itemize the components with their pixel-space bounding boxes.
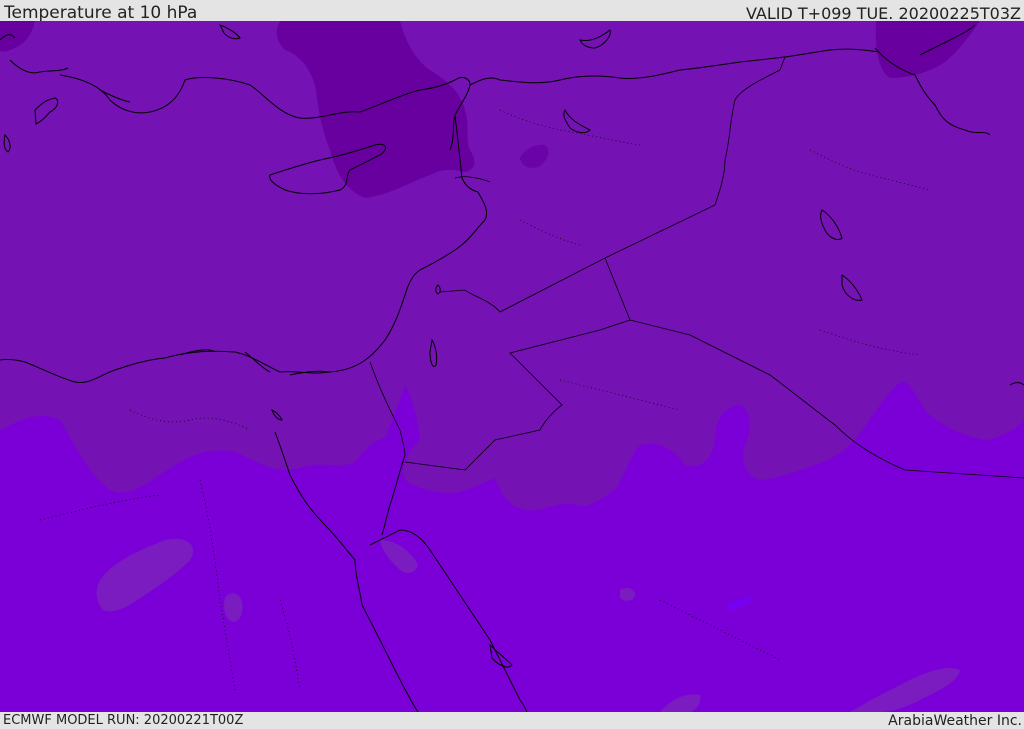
map-svg xyxy=(0,21,1024,712)
credit-label: ArabiaWeather Inc. xyxy=(888,713,1022,729)
header-bar: Temperature at 10 hPa VALID T+099 TUE. 2… xyxy=(0,0,1024,23)
map-area[interactable] xyxy=(0,21,1024,712)
footer-bar: ECMWF MODEL RUN: 20200221T00Z ArabiaWeat… xyxy=(0,712,1024,729)
map-title: Temperature at 10 hPa xyxy=(4,3,198,23)
model-run-label: ECMWF MODEL RUN: 20200221T00Z xyxy=(3,713,244,728)
weather-map-page: Temperature at 10 hPa VALID T+099 TUE. 2… xyxy=(0,0,1024,729)
